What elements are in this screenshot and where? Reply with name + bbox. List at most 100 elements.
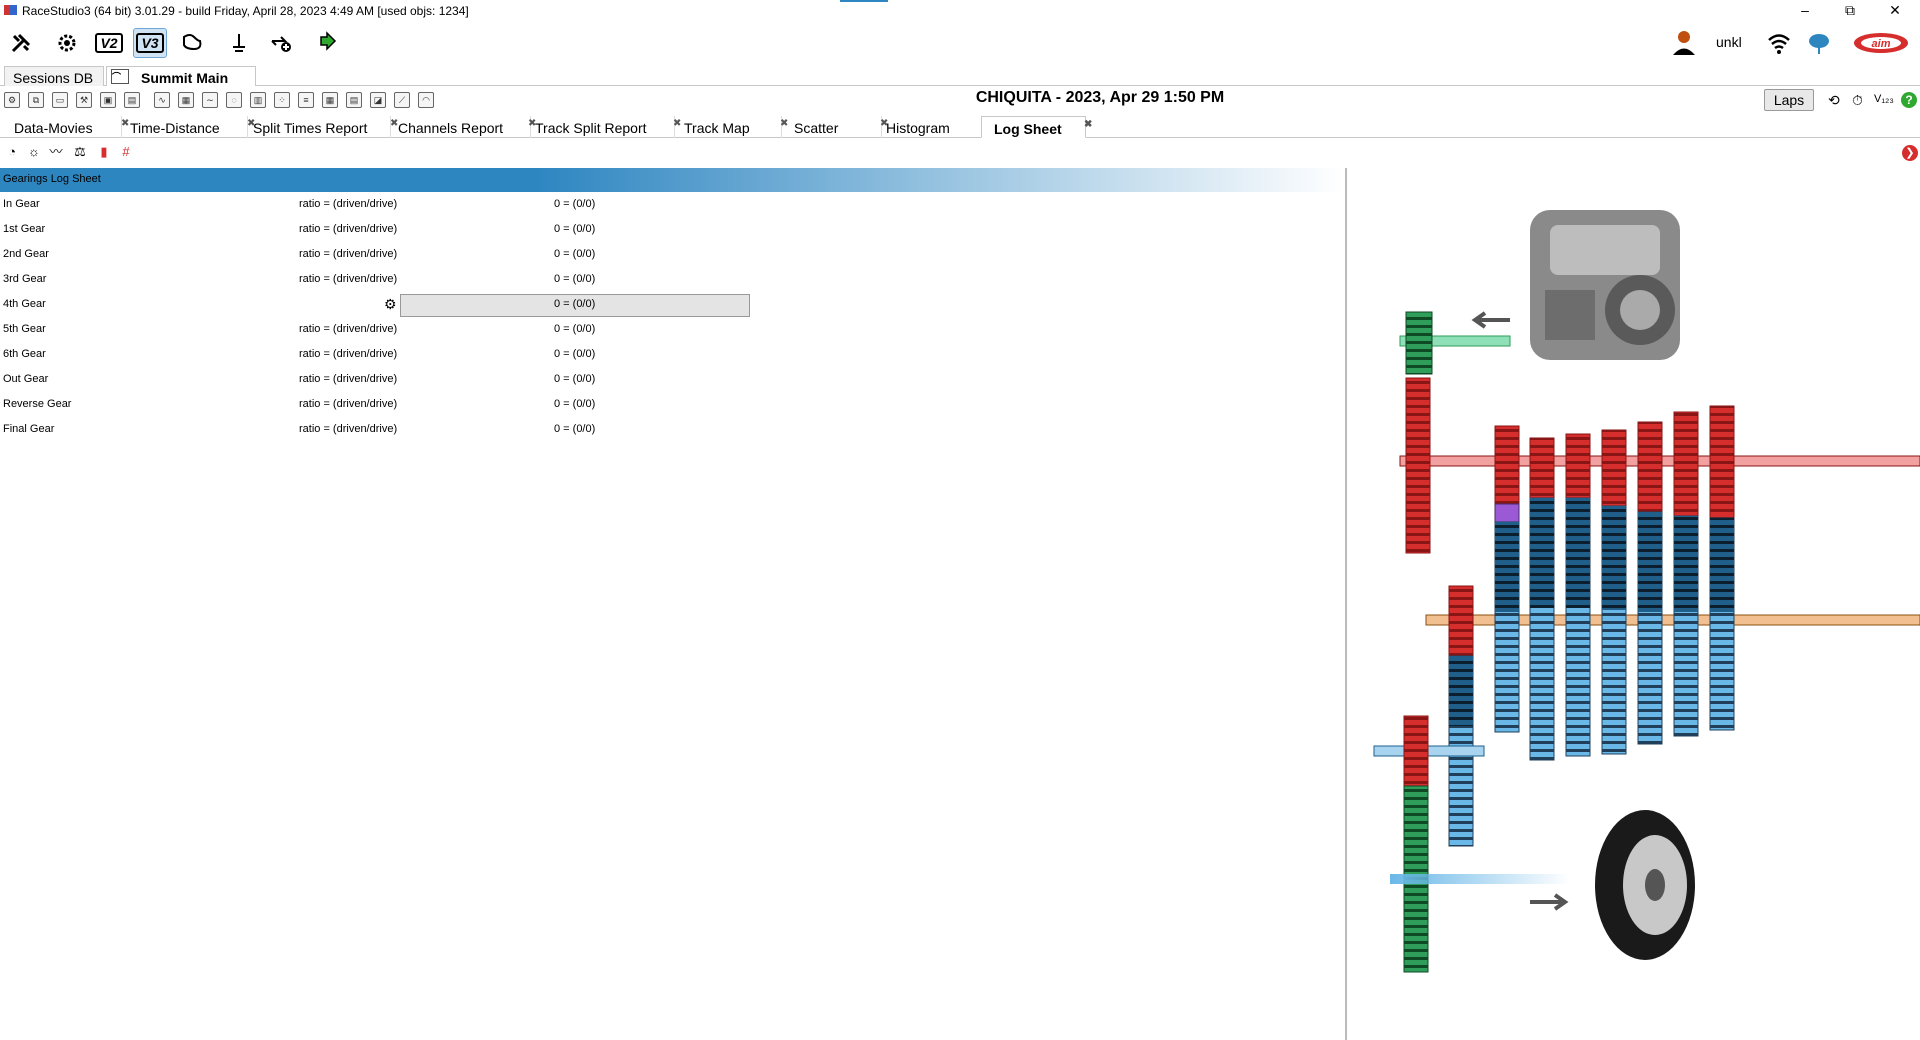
tab-channels-report[interactable]: Channels Report ✖ xyxy=(386,116,536,138)
tab-label: Histogram xyxy=(886,120,950,136)
gear-value[interactable]: 0 = (0/0) xyxy=(554,223,595,235)
report-tabs: Data-Movies ✖ Time-Distance ✖ Split Times … xyxy=(0,116,1920,138)
gear-formula[interactable]: ratio = (driven/drive) xyxy=(299,373,397,385)
gear-name: 6th Gear xyxy=(3,348,46,360)
gear-formula[interactable]: ratio = (driven/drive) xyxy=(299,348,397,360)
tab-label: Sessions DB xyxy=(13,70,94,86)
gear-name: 3rd Gear xyxy=(3,273,47,285)
drag-indicator xyxy=(840,0,888,2)
cloud-icon[interactable] xyxy=(1806,30,1832,56)
tab-track-split-report[interactable]: Track Split Report ✖ xyxy=(523,116,681,138)
gear-grid-icon[interactable]: # xyxy=(118,144,134,160)
gear-name: Reverse Gear xyxy=(3,398,72,410)
help-icon[interactable]: ? xyxy=(1901,92,1917,108)
output-shaft xyxy=(1390,874,1570,884)
gear-value[interactable]: 0 = (0/0) xyxy=(554,298,595,310)
input-gear xyxy=(1405,377,1431,554)
panel-divider[interactable] xyxy=(1345,168,1347,1040)
gear-formula[interactable]: ratio = (driven/drive) xyxy=(299,423,397,435)
table-row: 5th Gear ratio = (driven/drive) 0 = (0/0… xyxy=(0,317,1344,342)
engine-icon xyxy=(1530,210,1680,360)
gear-value[interactable]: 0 = (0/0) xyxy=(554,398,595,410)
reverse-gear xyxy=(1448,585,1474,847)
reverse-shaft xyxy=(1373,745,1485,757)
balance-icon[interactable]: ⚖ xyxy=(72,144,88,160)
gear-formula[interactable]: ratio = (driven/drive) xyxy=(299,273,397,285)
clock-icon[interactable]: ◔ xyxy=(4,144,20,160)
close-button[interactable]: ✕ xyxy=(1875,0,1915,22)
gear-name: 5th Gear xyxy=(3,323,46,335)
tab-label: Track Map xyxy=(684,120,750,136)
gear-edit-icon[interactable]: ⚙ xyxy=(384,296,397,313)
table-row: 2nd Gear ratio = (driven/drive) 0 = (0/0… xyxy=(0,242,1344,267)
gear-value[interactable]: 0 = (0/0) xyxy=(554,273,595,285)
tab-log-sheet[interactable]: Log Sheet ✖ xyxy=(981,116,1092,138)
tools-icon[interactable] xyxy=(4,28,38,58)
window-title: RaceStudio3 (64 bit) 3.01.29 - build Fri… xyxy=(22,4,469,18)
minimize-button[interactable]: – xyxy=(1785,0,1825,22)
tab-summit-main[interactable]: ⌒ Summit Main ✖ xyxy=(106,66,256,102)
v2-icon[interactable]: V2 xyxy=(92,28,126,58)
v3-icon[interactable]: V3 xyxy=(133,28,167,58)
track-icon[interactable] xyxy=(175,28,209,58)
gauge-icon[interactable] xyxy=(222,28,256,58)
gear-formula[interactable]: ratio = (driven/drive) xyxy=(299,323,397,335)
chart-line-icon[interactable]: 〰 xyxy=(48,144,64,160)
gear-name: In Gear xyxy=(3,198,40,210)
close-icon[interactable]: ✖ xyxy=(1084,119,1092,130)
laps-button[interactable]: Laps xyxy=(1764,89,1814,111)
tab-label: Track Split Report xyxy=(535,120,647,136)
tab-track-map[interactable]: Track Map ✖ xyxy=(672,116,788,138)
svg-text:aim: aim xyxy=(1872,38,1891,50)
wifi-icon[interactable] xyxy=(1766,30,1792,56)
user-name: unkl xyxy=(1716,34,1742,50)
gear-name: Out Gear xyxy=(3,373,49,385)
table-row: 1st Gear ratio = (driven/drive) 0 = (0/0… xyxy=(0,217,1344,242)
gear-value[interactable]: 0 = (0/0) xyxy=(554,348,595,360)
output-gear xyxy=(1403,715,1429,973)
delete-icon[interactable]: ▮ xyxy=(96,144,112,160)
maximize-button[interactable]: ⧉ xyxy=(1830,0,1870,22)
table-row: Final Gear ratio = (driven/drive) 0 = (0… xyxy=(0,417,1344,442)
download-icon[interactable] xyxy=(310,28,344,58)
tab-label: Channels Report xyxy=(398,120,504,136)
log-sheet-toolbar: ◔ ☼ 〰 ⚖ ▮ # ❯ xyxy=(0,143,1920,165)
gear-name: Final Gear xyxy=(3,423,55,435)
gear-value[interactable]: 0 = (0/0) xyxy=(554,198,595,210)
chart-icon: ⌒ xyxy=(111,69,129,84)
tab-label: Scatter xyxy=(794,120,839,136)
aim-logo: aim xyxy=(1852,30,1910,56)
gear-formula[interactable]: ratio = (driven/drive) xyxy=(299,398,397,410)
tire-icon xyxy=(1595,810,1695,960)
table-row-selected: 4th Gear ⚙ 0 = (0/0) xyxy=(0,292,1344,317)
gear-settings-icon[interactable] xyxy=(50,28,84,58)
weather-icon[interactable]: ☼ xyxy=(26,144,42,160)
tab-time-distance[interactable]: Time-Distance ✖ xyxy=(118,116,255,138)
tab-scatter[interactable]: Scatter ✖ xyxy=(782,116,888,138)
avatar[interactable] xyxy=(1670,28,1698,56)
timer-icon[interactable]: ⏱ xyxy=(1852,92,1863,109)
gear-value[interactable]: 0 = (0/0) xyxy=(554,323,595,335)
v3-label: V3 xyxy=(136,33,164,53)
table-row: In Gear ratio = (driven/drive) 0 = (0/0) xyxy=(0,192,1344,217)
values-icon[interactable]: V₁₂₃ xyxy=(1874,93,1894,105)
gear-value[interactable]: 0 = (0/0) xyxy=(554,373,595,385)
track-small-icon[interactable]: ⟲ xyxy=(1828,92,1840,109)
tab-data-movies[interactable]: Data-Movies ✖ xyxy=(2,116,129,138)
table-row: 6th Gear ratio = (driven/drive) 0 = (0/0… xyxy=(0,342,1344,367)
gear-stack-blue xyxy=(1494,497,1735,761)
gear-value[interactable]: 0 = (0/0) xyxy=(554,248,595,260)
gear-formula[interactable]: ratio = (driven/drive) xyxy=(299,223,397,235)
gear-value[interactable]: 0 = (0/0) xyxy=(554,423,595,435)
tab-histogram[interactable]: Histogram✖ xyxy=(874,116,990,138)
gear-name: 1st Gear xyxy=(3,223,46,235)
gearbox-diagram xyxy=(1370,200,1920,1005)
globe-add-icon[interactable] xyxy=(264,28,298,58)
tab-split-times-report[interactable]: Split Times Report ✖ xyxy=(241,116,398,138)
gear-formula[interactable]: ratio = (driven/drive) xyxy=(299,198,397,210)
output-arrow-icon xyxy=(1530,893,1569,911)
document-tabs: Sessions DB ⌒ Summit Main ✖ xyxy=(0,64,1920,102)
close-panel-icon[interactable]: ❯ xyxy=(1902,145,1918,161)
gear-formula[interactable]: ratio = (driven/drive) xyxy=(299,248,397,260)
tab-sessions-db[interactable]: Sessions DB xyxy=(4,66,104,86)
